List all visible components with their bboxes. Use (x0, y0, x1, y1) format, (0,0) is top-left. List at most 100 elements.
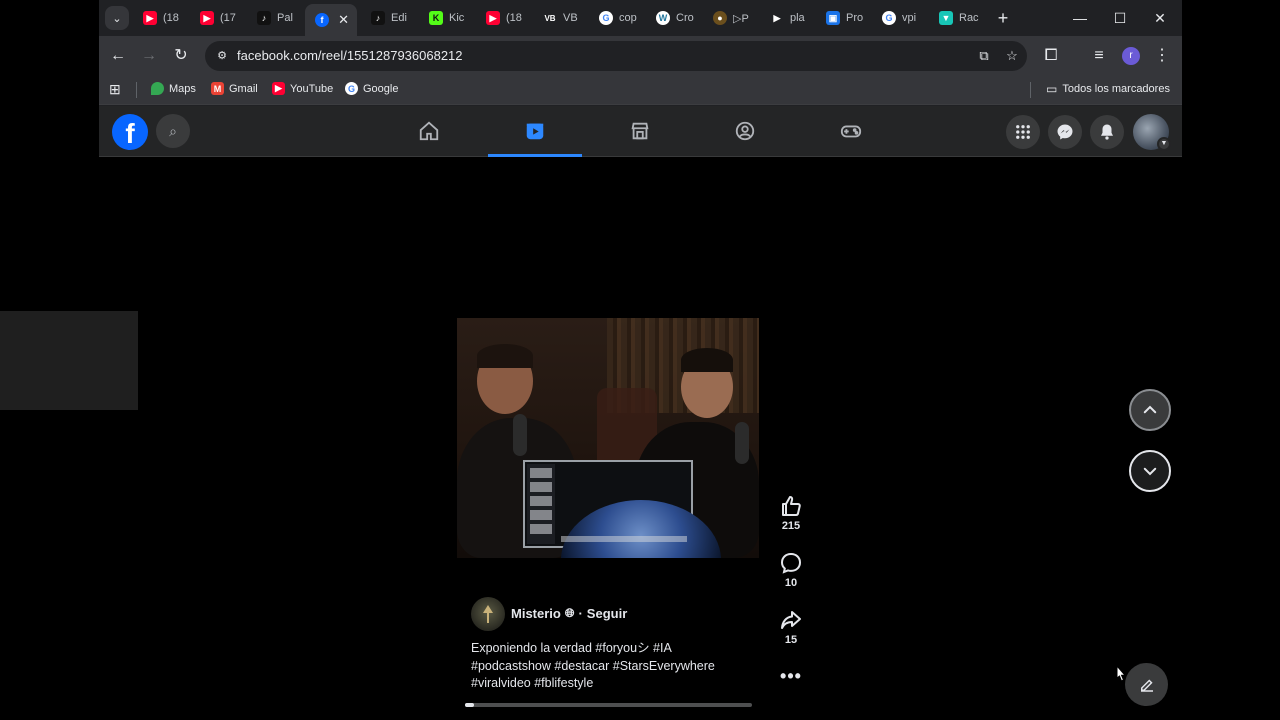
tab-label: pla (790, 12, 805, 24)
microphone-left (513, 414, 527, 456)
tab-4-active[interactable]: f ✕ (305, 4, 357, 36)
author-name[interactable]: Misterio (511, 606, 561, 621)
tab-5[interactable]: ♪ Edi (361, 4, 411, 32)
nav-marketplace[interactable] (593, 106, 687, 156)
forward-button[interactable]: → (137, 44, 161, 68)
edit-icon (1140, 678, 1153, 692)
more-options-button[interactable]: ••• (776, 667, 806, 688)
facebook-logo[interactable]: f (112, 114, 148, 150)
tab-strip: ⌄ ▶ (18 ▶ (17 ♪ Pal f ✕ ♪ Edi K Kic ▶ (1… (99, 0, 1182, 36)
reel-video[interactable] (457, 318, 759, 558)
media-controls-button[interactable]: ≡ (1087, 44, 1111, 68)
tiktok-icon: ♪ (371, 11, 385, 25)
proton-icon: ▣ (826, 11, 840, 25)
folder-icon: ▭ (1046, 82, 1058, 96)
bookmark-maps[interactable]: Maps (151, 82, 196, 95)
url-text: facebook.com/reel/1551287936068212 (237, 48, 463, 63)
install-app-icon[interactable]: ⧉ (975, 47, 993, 65)
compose-button[interactable] (1125, 663, 1168, 706)
site-settings-icon[interactable]: ⚙ (213, 47, 231, 65)
tab-10[interactable]: W Cro (646, 4, 696, 32)
tab-3[interactable]: ♪ Pal (247, 4, 297, 32)
like-count: 215 (781, 520, 801, 532)
notifications-button[interactable] (1090, 115, 1124, 149)
tab-8[interactable]: VB VB (533, 4, 583, 32)
nav-home[interactable] (382, 106, 476, 156)
nav-gaming[interactable] (804, 106, 898, 156)
tab-12[interactable]: ▶ pla (760, 4, 810, 32)
groups-icon (735, 121, 755, 141)
puzzle-icon: ⧠ (1044, 47, 1058, 64)
bookmark-separator (1030, 82, 1031, 98)
follow-button[interactable]: Seguir (587, 606, 627, 621)
browser-menu-button[interactable]: ⋮ (1150, 44, 1174, 68)
close-window-button[interactable]: ✕ (1149, 8, 1171, 28)
google-icon: G (599, 11, 613, 25)
vb-icon: VB (543, 11, 557, 25)
apps-grid-icon[interactable]: ⊞ (109, 81, 121, 98)
tab-label: Cro (676, 12, 694, 24)
bookmark-star-icon[interactable]: ☆ (1003, 47, 1021, 65)
youtube-icon: ▶ (486, 11, 500, 25)
messenger-button[interactable] (1048, 115, 1082, 149)
thumbs-up-icon (782, 496, 801, 516)
person-right-hair (681, 348, 733, 372)
reels-icon (526, 123, 544, 140)
nav-reels[interactable] (488, 106, 582, 157)
chevron-down-icon[interactable]: ▼ (1157, 137, 1171, 151)
mouse-cursor-icon (1116, 665, 1127, 682)
author-avatar[interactable] (471, 597, 505, 631)
tab-11[interactable]: ● ▷P (703, 4, 753, 32)
search-button[interactable]: ⌕ (156, 114, 190, 148)
v-shield-icon: ▼ (939, 11, 953, 25)
minimize-button[interactable]: — (1069, 8, 1091, 28)
marketplace-icon (631, 122, 649, 140)
bookmark-youtube[interactable]: ▶ YouTube (272, 82, 333, 95)
reload-button[interactable]: ↻ (169, 44, 193, 68)
tab-label: Rac (959, 12, 979, 24)
duck-icon: ● (713, 11, 727, 25)
new-tab-button[interactable]: + (993, 8, 1013, 28)
extensions-button[interactable]: ⧠ (1039, 44, 1063, 68)
tab-9[interactable]: G cop (589, 4, 639, 32)
home-icon (419, 121, 439, 141)
maximize-button[interactable]: ☐ (1109, 8, 1131, 28)
tab-6[interactable]: K Kic (419, 4, 469, 32)
previous-reel-button[interactable] (1129, 389, 1171, 431)
comment-icon (780, 552, 802, 574)
menu-button[interactable] (1006, 115, 1040, 149)
bookmark-gmail[interactable]: M Gmail (211, 82, 258, 95)
video-progress-fill (465, 703, 474, 707)
bookmark-google[interactable]: G Google (345, 82, 398, 95)
close-icon[interactable]: ✕ (338, 12, 349, 28)
address-bar[interactable]: ⚙ facebook.com/reel/1551287936068212 ⧉ ☆ (205, 41, 1027, 71)
nav-groups[interactable] (698, 106, 792, 156)
tab-label: vpi (902, 12, 917, 24)
next-reel-button[interactable] (1129, 450, 1171, 492)
kick-icon: K (429, 11, 443, 25)
tab-label: VB (563, 12, 578, 24)
tab-13[interactable]: ▣ Pro (816, 4, 866, 32)
share-button[interactable]: 15 (776, 608, 806, 646)
tab-14[interactable]: G vpi (872, 4, 922, 32)
back-button[interactable]: ← (106, 44, 130, 68)
comment-button[interactable]: 10 (776, 551, 806, 589)
tab-search-button[interactable]: ⌄ (105, 6, 129, 30)
share-icon (781, 611, 801, 629)
like-button[interactable]: 215 (776, 494, 806, 532)
tab-15[interactable]: ▼ Rac (929, 4, 981, 32)
embedded-sidebar (527, 464, 555, 544)
all-bookmarks[interactable]: ▭ Todos los marcadores (1046, 82, 1170, 96)
gmail-icon: M (211, 82, 224, 95)
video-progress-bar[interactable] (465, 703, 752, 707)
chevron-up-icon (1143, 405, 1157, 414)
tab-1[interactable]: ▶ (18 (133, 4, 183, 32)
reload-icon: ↻ (174, 47, 188, 64)
tab-2[interactable]: ▶ (17 (190, 4, 240, 32)
tab-label: ▷P (733, 12, 749, 25)
tab-7[interactable]: ▶ (18 (476, 4, 526, 32)
separator: · (578, 606, 583, 621)
profile-avatar[interactable]: r (1122, 47, 1140, 65)
maps-icon (151, 82, 164, 95)
bookmark-label: YouTube (290, 82, 334, 95)
